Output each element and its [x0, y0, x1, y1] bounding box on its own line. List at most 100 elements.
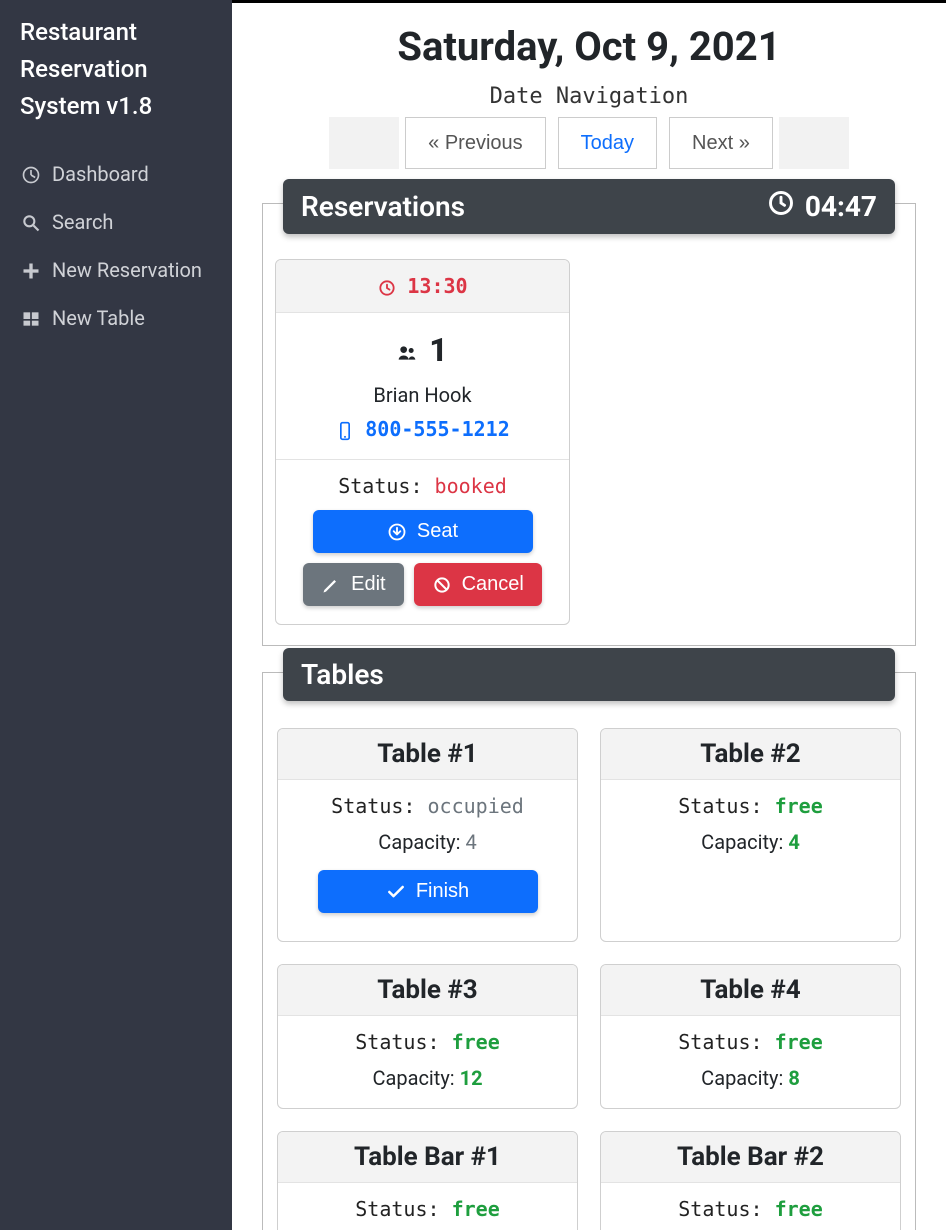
table-name: Table #4 — [601, 965, 900, 1016]
status-label: Status: — [331, 794, 415, 818]
app-title: Restaurant Reservation System v1.8 — [20, 14, 212, 126]
mobile-icon — [335, 417, 355, 441]
reservation-body: 1 Brian Hook 800-555-1212 — [276, 313, 569, 459]
table-status: Status: free — [611, 794, 890, 818]
status-label: Status: — [678, 1197, 762, 1221]
cancel-button[interactable]: Cancel — [414, 563, 542, 606]
sidebar-item-new-table[interactable]: New Table — [20, 294, 212, 342]
prev-button[interactable]: « Previous — [405, 117, 546, 169]
party-size: 1 — [286, 331, 559, 369]
tables-panel: Tables Table #1 Status: occupied Capacit… — [262, 672, 916, 1230]
table-card: Table #2 Status: free Capacity: 4 — [600, 728, 901, 942]
check-icon — [386, 880, 406, 903]
finish-label: Finish — [416, 880, 469, 903]
reservation-time-value: 13:30 — [407, 274, 467, 298]
status-value: free — [775, 794, 823, 818]
guest-name: Brian Hook — [286, 383, 559, 407]
table-status: Status: occupied — [288, 794, 567, 818]
table-status: Status: free — [611, 1030, 890, 1054]
main-content: Saturday, Oct 9, 2021 Date Navigation « … — [232, 0, 946, 1230]
table-icon — [20, 306, 42, 330]
status-value: free — [775, 1030, 823, 1054]
reservation-time: 13:30 — [276, 260, 569, 313]
status-label: Status: — [355, 1197, 439, 1221]
seat-button[interactable]: Seat — [313, 510, 533, 553]
today-button[interactable]: Today — [558, 117, 657, 169]
status-value: occupied — [428, 794, 524, 818]
reservations-legend: Reservations 04:47 — [283, 179, 895, 234]
status-value: free — [452, 1030, 500, 1054]
capacity-label: Capacity: — [372, 1066, 454, 1090]
page-date: Saturday, Oct 9, 2021 — [262, 23, 916, 70]
capacity-label: Capacity: — [378, 830, 460, 854]
pencil-icon — [321, 573, 341, 596]
prev-label: Previous — [445, 132, 523, 154]
next-button[interactable]: Next » — [669, 117, 773, 169]
nav-spacer — [329, 117, 399, 169]
party-size-value: 1 — [429, 331, 447, 369]
table-name: Table Bar #2 — [601, 1132, 900, 1183]
sidebar-item-dashboard[interactable]: Dashboard — [20, 150, 212, 198]
sidebar-item-label: Search — [52, 210, 113, 234]
clock-icon — [377, 274, 397, 298]
today-label: Today — [581, 132, 634, 154]
dashboard-icon — [20, 162, 42, 186]
sidebar-item-label: Dashboard — [52, 162, 149, 186]
table-card: Table #4 Status: free Capacity: 8 — [600, 964, 901, 1109]
capacity-value: 4 — [788, 830, 799, 854]
date-nav-caption: Date Navigation — [262, 84, 916, 109]
finish-button[interactable]: Finish — [318, 870, 538, 913]
arrow-down-circle-icon — [387, 520, 407, 543]
reservation-footer: Status: booked Seat Edit — [276, 459, 569, 624]
edit-button[interactable]: Edit — [303, 563, 403, 606]
table-capacity: Capacity: 8 — [611, 1066, 890, 1090]
table-card: Table Bar #2 Status: free — [600, 1131, 901, 1230]
guest-phone-value: 800-555-1212 — [365, 417, 510, 441]
capacity-value: 8 — [788, 1066, 799, 1090]
status-value: free — [452, 1197, 500, 1221]
table-name: Table Bar #1 — [278, 1132, 577, 1183]
capacity-value: 4 — [465, 830, 476, 854]
sidebar-item-new-reservation[interactable]: New Reservation — [20, 246, 212, 294]
next-label: Next — [692, 132, 733, 154]
status-label: Status: — [678, 794, 762, 818]
table-capacity: Capacity: 4 — [611, 830, 890, 854]
sidebar-item-label: New Table — [52, 306, 145, 330]
table-status: Status: free — [288, 1197, 567, 1221]
table-status: Status: free — [611, 1197, 890, 1221]
chevron-right-icon: » — [739, 132, 750, 154]
capacity-value: 12 — [460, 1066, 483, 1090]
status-label: Status: — [338, 474, 422, 498]
reservation-status: Status: booked — [288, 474, 557, 498]
table-capacity: Capacity: 12 — [288, 1066, 567, 1090]
date-nav-group: « Previous Today Next » — [262, 117, 916, 169]
tables-title: Tables — [301, 658, 384, 691]
reservations-panel: Reservations 04:47 13:30 1 — [262, 203, 916, 646]
table-card: Table #3 Status: free Capacity: 12 — [277, 964, 578, 1109]
table-name: Table #3 — [278, 965, 577, 1016]
tables-legend: Tables — [283, 648, 895, 701]
chevron-left-icon: « — [428, 132, 439, 154]
table-capacity: Capacity: 4 — [288, 830, 567, 854]
sidebar-item-search[interactable]: Search — [20, 198, 212, 246]
cancel-label: Cancel — [462, 573, 524, 596]
clock-icon — [767, 189, 795, 224]
status-value: booked — [435, 474, 507, 498]
people-icon — [397, 331, 417, 369]
table-name: Table #2 — [601, 729, 900, 780]
status-label: Status: — [355, 1030, 439, 1054]
search-icon — [20, 210, 42, 234]
reservations-title: Reservations — [301, 190, 465, 223]
table-status: Status: free — [288, 1030, 567, 1054]
seat-label: Seat — [417, 520, 458, 543]
edit-label: Edit — [351, 573, 385, 596]
sidebar: Restaurant Reservation System v1.8 Dashb… — [0, 0, 232, 1230]
plus-icon — [20, 258, 42, 282]
status-label: Status: — [678, 1030, 762, 1054]
ban-icon — [432, 573, 452, 596]
table-card: Table #1 Status: occupied Capacity: 4 — [277, 728, 578, 942]
status-value: free — [775, 1197, 823, 1221]
nav-spacer — [779, 117, 849, 169]
guest-phone[interactable]: 800-555-1212 — [286, 417, 559, 441]
table-name: Table #1 — [278, 729, 577, 780]
